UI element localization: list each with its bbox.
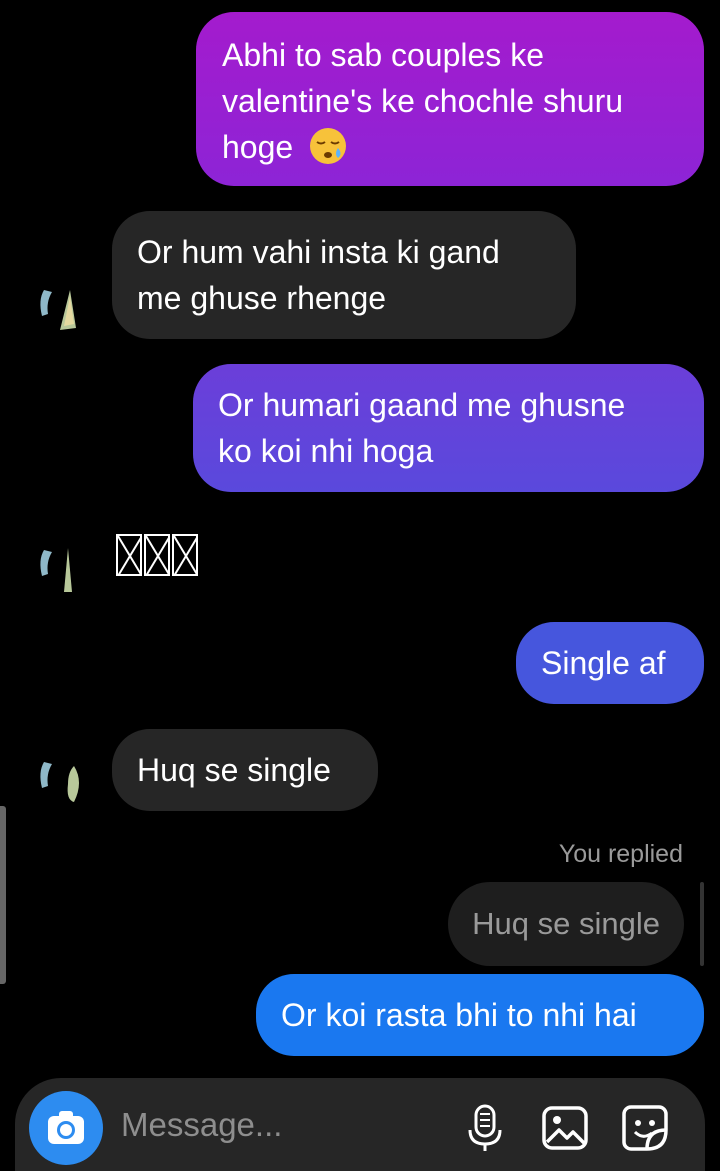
unsupported-emoji-message[interactable]: [116, 534, 198, 576]
chat-thread: Abhi to sab couples ke valentine's ke ch…: [0, 0, 720, 1171]
message-text: Abhi to sab couples ke: [222, 37, 544, 73]
outgoing-message[interactable]: Abhi to sab couples ke valentine's ke ch…: [196, 12, 704, 186]
missing-glyph-icon: [116, 534, 142, 576]
message-text-line: hoge: [222, 124, 678, 170]
avatar[interactable]: [34, 756, 90, 812]
outgoing-message[interactable]: Or humari gaand me ghusne ko koi nhi hog…: [193, 364, 704, 492]
message-text: Single af: [541, 645, 666, 681]
missing-glyph-icon: [144, 534, 170, 576]
reply-bar: [700, 882, 704, 966]
message-text: valentine's ke chochle shuru: [222, 83, 624, 119]
message-text: ko koi nhi hoga: [218, 433, 434, 469]
sticker-icon[interactable]: [619, 1102, 671, 1154]
camera-button[interactable]: [29, 1091, 103, 1165]
message-composer: [15, 1078, 705, 1171]
message-text: me ghuse rhenge: [137, 280, 387, 316]
microphone-icon[interactable]: [459, 1102, 511, 1154]
avatar[interactable]: [34, 544, 90, 600]
replied-label: You replied: [558, 840, 683, 868]
message-text: Or koi rasta bhi to nhi hai: [281, 997, 637, 1033]
scrollbar[interactable]: [0, 806, 6, 984]
message-text: Or humari gaand me ghusne: [218, 387, 626, 423]
incoming-message[interactable]: Huq se single: [112, 729, 378, 811]
missing-glyph-icon: [172, 534, 198, 576]
gallery-icon[interactable]: [539, 1102, 591, 1154]
outgoing-message[interactable]: Single af: [516, 622, 704, 704]
message-text: Huq se single: [137, 752, 331, 788]
reply-quote[interactable]: Huq se single: [448, 882, 684, 966]
message-input[interactable]: [121, 1106, 441, 1144]
camera-icon: [48, 1111, 84, 1144]
incoming-message[interactable]: Or hum vahi insta ki gand me ghuse rheng…: [112, 211, 576, 339]
message-text: hoge: [222, 129, 294, 165]
sleepy-face-emoji-icon: [310, 128, 347, 164]
outgoing-message[interactable]: Or koi rasta bhi to nhi hai: [256, 974, 704, 1056]
message-text: Or hum vahi insta ki gand: [137, 234, 500, 270]
avatar[interactable]: [34, 284, 90, 340]
